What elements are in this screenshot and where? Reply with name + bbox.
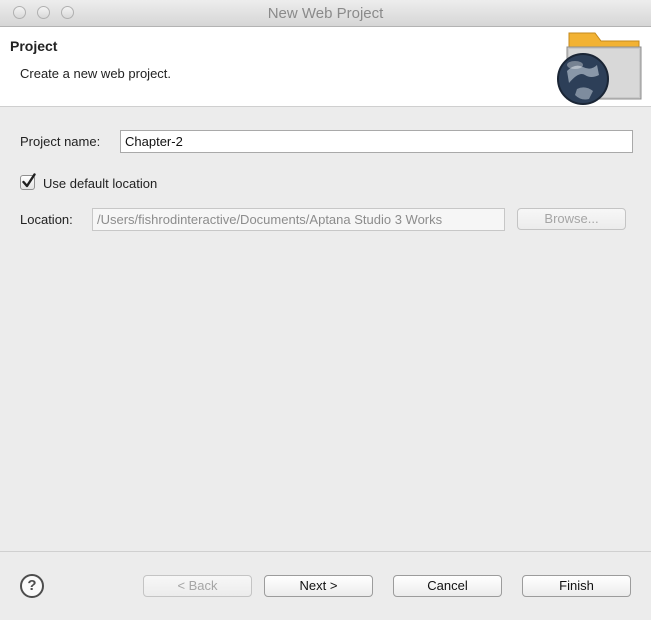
back-button[interactable]: < Back (143, 575, 252, 597)
location-input[interactable] (92, 208, 505, 231)
checkmark-icon (22, 173, 36, 188)
next-button[interactable]: Next > (264, 575, 373, 597)
project-name-input[interactable] (120, 130, 633, 153)
globe-folder-icon (557, 32, 642, 105)
window-titlebar: New Web Project (0, 0, 651, 27)
banner-title: Project (10, 38, 58, 54)
location-label: Location: (20, 212, 73, 227)
project-name-label: Project name: (20, 134, 101, 149)
footer-divider (0, 551, 651, 552)
wizard-banner: Project Create a new web project. (0, 27, 651, 107)
use-default-location-label[interactable]: Use default location (43, 176, 157, 191)
cancel-button[interactable]: Cancel (393, 575, 502, 597)
use-default-location-checkbox[interactable] (20, 173, 36, 190)
browse-button[interactable]: Browse... (517, 208, 626, 230)
help-icon[interactable]: ? (20, 574, 44, 598)
banner-description: Create a new web project. (20, 66, 172, 81)
window-title: New Web Project (267, 5, 384, 22)
finish-button[interactable]: Finish (522, 575, 631, 597)
